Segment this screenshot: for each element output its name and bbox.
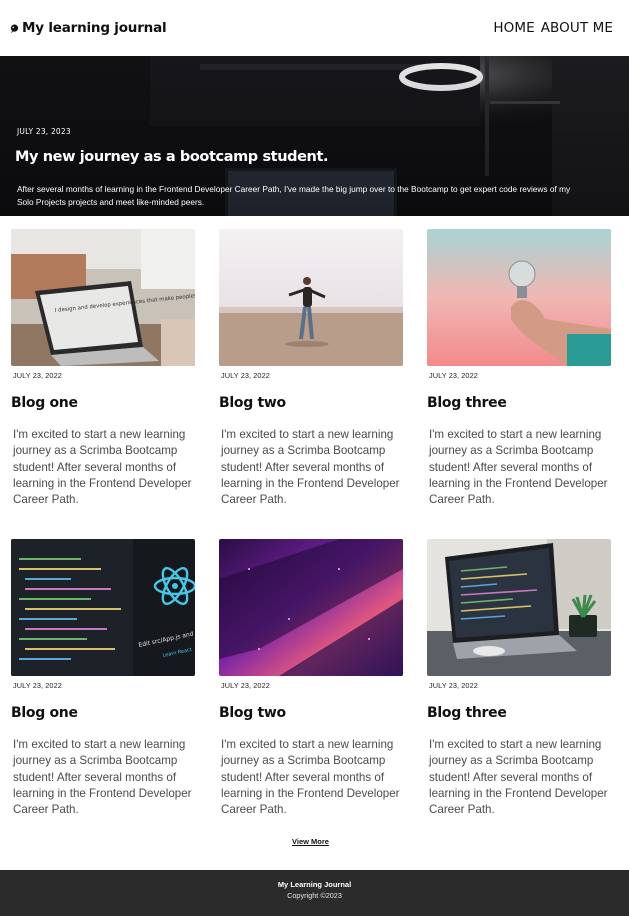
post-excerpt: I'm excited to start a new learning jour… — [221, 738, 400, 817]
bubble-icon — [10, 24, 19, 33]
post-excerpt: I'm excited to start a new learning jour… — [13, 428, 192, 507]
blog-card[interactable]: JULY 23, 2022 Blog two I'm excited to st… — [219, 539, 403, 818]
blog-card[interactable]: JULY 23, 2022 Blog two I'm excited to st… — [219, 229, 403, 508]
post-title: Blog one — [11, 705, 78, 721]
site-footer: My Learning Journal Copyright ©2023 — [0, 870, 629, 916]
main-nav: HOME ABOUT ME — [493, 20, 613, 36]
post-title: Blog three — [427, 395, 507, 411]
post-excerpt: I'm excited to start a new learning jour… — [221, 428, 400, 507]
blog-card[interactable]: JULY 23, 2022 Blog three I'm excited to … — [427, 229, 611, 508]
laptop-design-photo: I design and develop experiences that ma… — [11, 229, 195, 366]
post-excerpt: I'm excited to start a new learning jour… — [429, 738, 608, 817]
lightbulb-hand-photo — [427, 229, 611, 366]
blog-card[interactable]: JULY 23, 2022 Blog three I'm excited to … — [427, 539, 611, 818]
post-date: JULY 23, 2022 — [221, 681, 270, 690]
post-excerpt: I'm excited to start a new learning jour… — [429, 428, 608, 507]
post-title: Blog two — [219, 705, 286, 721]
react-code-photo: Edit src/App.js and save Learn React — [11, 539, 195, 676]
nav-about-link[interactable]: ABOUT ME — [541, 20, 613, 36]
footer-title: My Learning Journal — [277, 880, 352, 889]
beach-dancer-photo — [219, 229, 403, 366]
post-title: Blog three — [427, 705, 507, 721]
post-title: Blog one — [11, 395, 78, 411]
blog-card[interactable]: I design and develop experiences that ma… — [11, 229, 195, 508]
brand-title: My learning journal — [22, 20, 167, 36]
hero-excerpt: After several months of learning in the … — [17, 184, 571, 207]
post-date: JULY 23, 2022 — [13, 681, 62, 690]
purple-light-photo — [219, 539, 403, 676]
post-date: JULY 23, 2022 — [13, 371, 62, 380]
hero-title: My new journey as a bootcamp student. — [15, 149, 329, 165]
view-more-link[interactable]: View More — [292, 837, 329, 846]
brand-link[interactable]: My learning journal — [10, 20, 167, 36]
post-date: JULY 23, 2022 — [429, 371, 478, 380]
nav-home-link[interactable]: HOME — [493, 20, 534, 36]
post-excerpt: I'm excited to start a new learning jour… — [13, 738, 192, 817]
laptop-plant-photo — [427, 539, 611, 676]
hero-date: JULY 23, 2023 — [17, 127, 71, 136]
footer-copyright: Copyright ©2023 — [287, 891, 342, 900]
blog-card[interactable]: Edit src/App.js and save Learn React JUL… — [11, 539, 195, 818]
post-date: JULY 23, 2022 — [429, 681, 478, 690]
hero-featured-post[interactable]: JULY 23, 2023 My new journey as a bootca… — [0, 56, 629, 216]
site-header: My learning journal HOME ABOUT ME — [0, 0, 629, 56]
post-date: JULY 23, 2022 — [221, 371, 270, 380]
post-title: Blog two — [219, 395, 286, 411]
